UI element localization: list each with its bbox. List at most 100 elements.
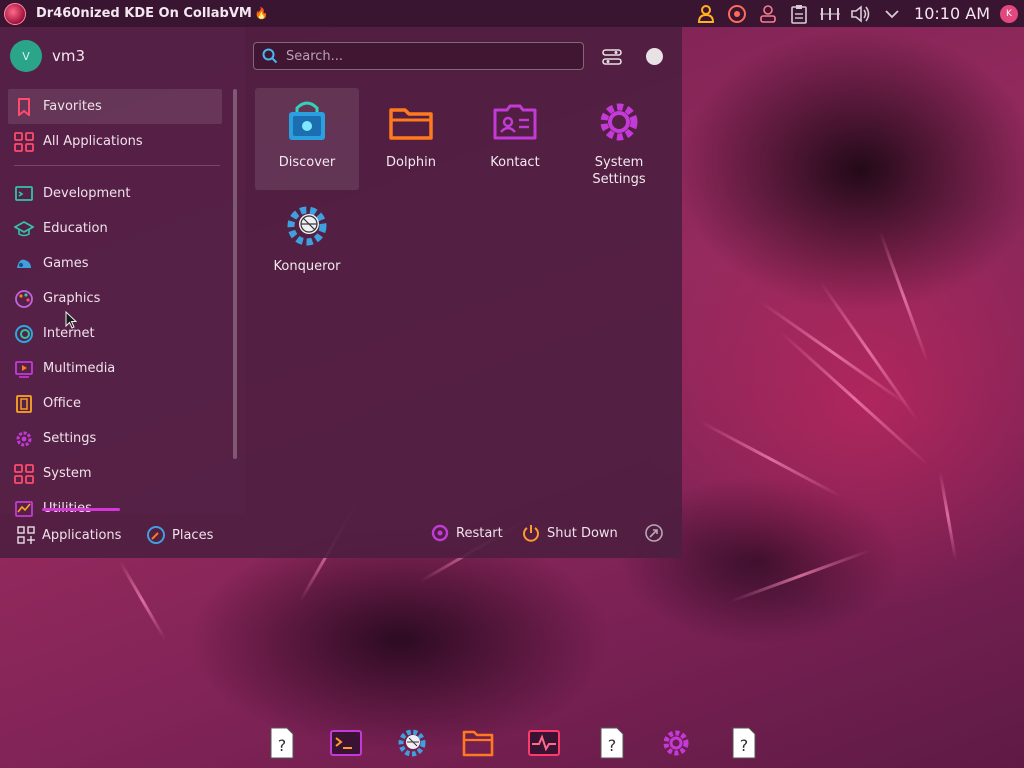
dolphin-icon xyxy=(389,108,433,140)
system-icon xyxy=(14,463,34,484)
app-tile-dolphin[interactable]: Dolphin xyxy=(359,88,463,190)
power-icon xyxy=(521,523,541,543)
development-icon xyxy=(14,184,34,204)
multimedia-icon xyxy=(14,359,34,379)
clock[interactable]: 10:10 AM xyxy=(914,4,990,23)
flame-icon: 🔥 xyxy=(254,7,269,20)
configure-icon[interactable] xyxy=(601,47,623,67)
kontact-icon xyxy=(493,104,537,140)
category-office[interactable]: Office xyxy=(8,386,222,421)
expand-tray-icon[interactable] xyxy=(881,3,903,25)
konqueror-dock-icon[interactable] xyxy=(396,727,428,759)
category-internet[interactable]: Internet xyxy=(8,316,222,351)
category-games[interactable]: Games xyxy=(8,246,222,281)
category-divider xyxy=(14,165,220,166)
shutdown-button[interactable]: Shut Down xyxy=(521,523,618,543)
konqueror-icon xyxy=(287,206,327,246)
category-multimedia[interactable]: Multimedia xyxy=(8,351,222,386)
bookmark-icon xyxy=(14,97,34,117)
app-tile-konqueror[interactable]: Konqueror xyxy=(255,192,359,294)
volume-icon[interactable] xyxy=(850,3,872,25)
shutdown-label: Shut Down xyxy=(547,525,618,541)
terminal-icon[interactable] xyxy=(330,727,362,759)
category-label: All Applications xyxy=(43,134,143,149)
category-education[interactable]: Education xyxy=(8,211,222,246)
unknown-app-icon[interactable]: ? xyxy=(266,727,298,759)
dragon-logo-icon[interactable] xyxy=(4,2,26,25)
category-label: Education xyxy=(43,221,108,236)
category-label: Office xyxy=(43,396,81,411)
places-icon xyxy=(146,525,166,545)
hover-indicator xyxy=(42,508,120,511)
window-title: Dr460nized KDE On CollabVM 🔥 xyxy=(36,6,269,21)
leave-button[interactable] xyxy=(644,523,670,543)
games-icon xyxy=(14,254,34,274)
category-graphics[interactable]: Graphics xyxy=(8,281,222,316)
app-label: Kontact xyxy=(490,155,540,170)
system-settings-icon xyxy=(600,103,638,141)
grid-icon xyxy=(14,131,34,152)
applications-tab[interactable]: Applications xyxy=(16,525,121,545)
app-tile-system-settings[interactable]: System Settings xyxy=(567,88,671,190)
updates-icon[interactable] xyxy=(726,3,748,25)
user-info: V vm3 xyxy=(10,40,85,72)
apps-grid-icon xyxy=(16,525,36,545)
task-dock: ? ? ? xyxy=(264,722,764,766)
app-label: System Settings xyxy=(592,155,646,187)
education-icon xyxy=(14,219,34,239)
internet-icon xyxy=(14,324,34,344)
svg-text:?: ? xyxy=(608,736,617,755)
category-system[interactable]: System xyxy=(8,456,222,491)
places-tab[interactable]: Places xyxy=(146,525,213,545)
office-icon xyxy=(14,394,34,414)
search-icon xyxy=(262,48,278,64)
restart-icon xyxy=(430,523,450,543)
category-label: Multimedia xyxy=(43,361,116,376)
app-tile-discover[interactable]: Discover xyxy=(255,88,359,190)
category-label: Graphics xyxy=(43,291,101,306)
app-label: Konqueror xyxy=(273,259,341,274)
avatar[interactable]: V xyxy=(10,40,42,72)
restart-button[interactable]: Restart xyxy=(430,523,503,543)
category-label: Development xyxy=(43,186,131,201)
app-tile-kontact[interactable]: Kontact xyxy=(463,88,567,190)
category-list: Favorites All Applications Development E… xyxy=(8,89,222,526)
app-label: Discover xyxy=(278,155,336,170)
system-tray: 10:10 AM K xyxy=(695,0,1024,27)
category-favorites[interactable]: Favorites xyxy=(8,89,222,124)
search-box[interactable] xyxy=(253,42,584,70)
launcher-footer: Applications Places Restart Shut Down xyxy=(0,514,682,558)
unknown-app-icon[interactable]: ? xyxy=(728,727,760,759)
category-scrollbar[interactable] xyxy=(233,89,237,459)
category-label: Games xyxy=(43,256,89,271)
category-label: Favorites xyxy=(43,99,102,114)
system-settings-dock-icon[interactable] xyxy=(660,727,692,759)
category-label: System xyxy=(43,466,92,481)
search-input[interactable] xyxy=(284,47,583,65)
places-label: Places xyxy=(172,527,214,543)
username: vm3 xyxy=(52,47,86,65)
category-development[interactable]: Development xyxy=(8,176,222,211)
category-settings[interactable]: Settings xyxy=(8,421,222,456)
applications-label: Applications xyxy=(42,527,122,543)
user-badge[interactable]: K xyxy=(1000,4,1018,23)
unknown-app-icon[interactable]: ? xyxy=(596,727,628,759)
file-manager-icon[interactable] xyxy=(462,727,494,759)
leave-icon xyxy=(644,523,664,543)
mouse-cursor-icon xyxy=(65,311,77,329)
top-panel: Dr460nized KDE On CollabVM 🔥 10:10 AM K xyxy=(0,0,1024,27)
settings-icon xyxy=(14,429,34,449)
accounts-icon[interactable] xyxy=(757,3,779,25)
clipboard-icon[interactable] xyxy=(788,3,810,25)
graphics-icon xyxy=(14,289,34,309)
user-icon[interactable] xyxy=(695,3,717,25)
restart-label: Restart xyxy=(456,525,503,541)
pin-icon[interactable] xyxy=(646,48,663,65)
svg-text:?: ? xyxy=(278,736,287,755)
audio-mixer-icon[interactable] xyxy=(819,3,841,25)
system-monitor-icon[interactable] xyxy=(528,727,560,759)
application-launcher: V vm3 Favorites All Applications Develop… xyxy=(0,27,682,558)
category-all-applications[interactable]: All Applications xyxy=(8,124,222,159)
discover-icon xyxy=(289,101,325,140)
app-label: Dolphin xyxy=(386,155,436,170)
